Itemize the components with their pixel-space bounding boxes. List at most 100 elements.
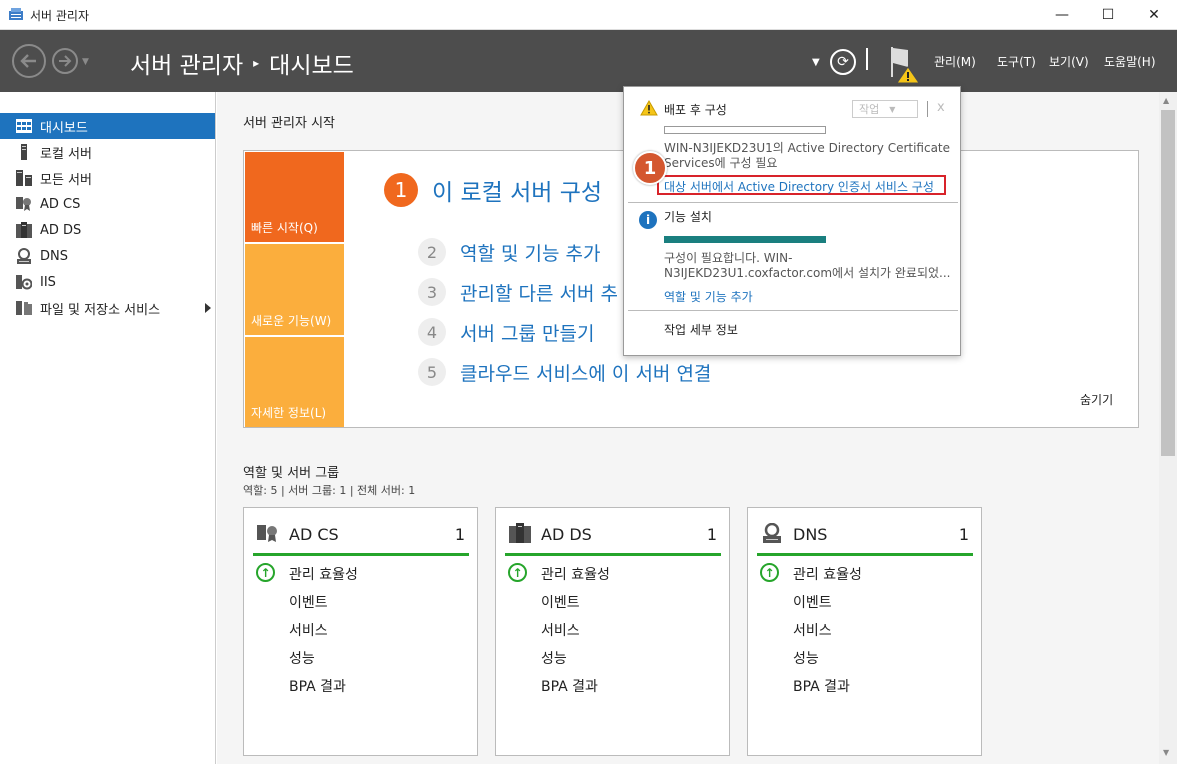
sidebar-item-local-server[interactable]: 로컬 서버	[0, 139, 215, 165]
step-link[interactable]: 역할 및 기능 추가	[460, 239, 600, 266]
add-roles-link[interactable]: 역할 및 기능 추가	[664, 288, 753, 305]
step-add-servers[interactable]: 3 관리할 다른 서버 추	[418, 278, 618, 306]
menu-view[interactable]: 보기(V)	[1049, 53, 1089, 70]
dns-icon	[16, 248, 32, 264]
breadcrumb-root[interactable]: 서버 관리자	[130, 46, 243, 80]
close-button[interactable]: ✕	[1131, 0, 1177, 30]
dns-icon	[763, 523, 781, 543]
header-dropdown-icon[interactable]: ▼	[812, 57, 820, 68]
sidebar-item-label: 대시보드	[40, 120, 88, 136]
sidebar-item-all-servers[interactable]: 모든 서버	[0, 165, 215, 191]
card-row-manageability[interactable]: 관리 효율성	[793, 564, 862, 584]
post-deploy-message-line1: WIN-N3IJEKD23U1의 Active Directory Certif…	[664, 141, 951, 155]
card-row-bpa[interactable]: BPA 결과	[541, 676, 598, 696]
card-row-bpa[interactable]: BPA 결과	[793, 676, 850, 696]
tile-learn-more[interactable]: 자세한 정보(L)	[245, 337, 344, 427]
refresh-icon[interactable]: ⟳	[830, 49, 856, 75]
tile-quick-start[interactable]: 빠른 시작(Q)	[245, 152, 344, 242]
notifications-popup: 배포 후 구성 작업 ▼ x WIN-N3IJEKD23U1의 Active D…	[623, 86, 961, 356]
task-dropdown-label: 작업	[859, 103, 880, 116]
back-button[interactable]	[12, 44, 46, 78]
menu-tools[interactable]: 도구(T)	[997, 53, 1036, 70]
directory-icon	[16, 222, 32, 238]
tile-label: 자세한 정보(L)	[251, 406, 327, 420]
close-icon[interactable]: x	[937, 100, 945, 115]
scroll-up-icon[interactable]: ▲	[1163, 96, 1169, 105]
sidebar-item-label: 파일 및 저장소 서비스	[40, 302, 161, 318]
breadcrumb-current: 대시보드	[269, 53, 354, 79]
sidebar-item-label: IIS	[40, 274, 56, 290]
popup-divider	[628, 202, 958, 203]
card-header[interactable]: AD DS 1	[505, 522, 721, 556]
popup-divider-vertical	[927, 101, 928, 117]
role-card-ad-ds: AD DS 1 ↑ 관리 효율성 이벤트 서비스 성능 BPA 결과	[495, 507, 730, 756]
scroll-down-icon[interactable]: ▼	[1163, 748, 1169, 757]
card-row-events[interactable]: 이벤트	[541, 592, 580, 612]
expand-arrow-icon[interactable]	[205, 303, 211, 313]
history-dropdown-icon[interactable]: ▼	[82, 57, 89, 67]
card-header[interactable]: AD CS 1	[253, 522, 469, 556]
warning-icon	[640, 100, 658, 116]
step-link[interactable]: 이 로컬 서버 구성	[432, 173, 602, 207]
step-add-roles[interactable]: 2 역할 및 기능 추가	[418, 238, 600, 266]
sidebar-item-label: 모든 서버	[40, 172, 92, 188]
status-ok-icon: ↑	[508, 563, 527, 582]
header-bar: ▼ 서버 관리자 ▸ 대시보드 ▼ ⟳ 관리(M) 도구(T) 보기(V) 도움…	[0, 30, 1177, 92]
card-row-services[interactable]: 서비스	[289, 620, 328, 640]
sidebar-item-ad-ds[interactable]: AD DS	[0, 217, 215, 243]
step-configure-local-server[interactable]: 1 이 로컬 서버 구성	[384, 173, 602, 207]
minimize-button[interactable]: —	[1039, 0, 1085, 30]
card-row-manageability[interactable]: 관리 효율성	[541, 564, 610, 584]
card-count: 1	[706, 525, 717, 544]
card-row-services[interactable]: 서비스	[793, 620, 832, 640]
card-row-manageability[interactable]: 관리 효율성	[289, 564, 358, 584]
sidebar-item-dashboard[interactable]: 대시보드	[0, 113, 215, 139]
step-number: 1	[384, 173, 418, 207]
card-row-events[interactable]: 이벤트	[793, 592, 832, 612]
sidebar-item-label: AD DS	[40, 222, 82, 238]
iis-icon	[16, 274, 32, 290]
maximize-button[interactable]: ☐	[1085, 0, 1131, 30]
task-dropdown[interactable]: 작업 ▼	[852, 100, 918, 118]
configure-adcs-link[interactable]: 대상 서버에서 Active Directory 인증서 서비스 구성	[664, 178, 934, 195]
card-row-events[interactable]: 이벤트	[289, 592, 328, 612]
info-icon: i	[639, 211, 657, 229]
feature-install-title: 기능 설치	[664, 210, 712, 224]
sidebar-item-label: 로컬 서버	[40, 146, 92, 162]
card-row-services[interactable]: 서비스	[541, 620, 580, 640]
arrow-left-icon	[20, 54, 36, 68]
notification-flag-icon[interactable]	[888, 45, 922, 85]
card-count: 1	[958, 525, 969, 544]
tile-whats-new[interactable]: 새로운 기능(W)	[245, 244, 344, 335]
sidebar-item-label: AD CS	[40, 196, 81, 212]
menu-manage[interactable]: 관리(M)	[934, 53, 976, 70]
feature-install-progress	[664, 236, 826, 243]
scroll-thumb[interactable]	[1161, 110, 1175, 456]
forward-button[interactable]	[52, 48, 78, 74]
card-header[interactable]: DNS 1	[757, 522, 973, 556]
window-title: 서버 관리자	[30, 9, 90, 23]
roles-title: 역할 및 서버 그룹	[243, 466, 340, 481]
task-details-link[interactable]: 작업 세부 정보	[664, 323, 738, 338]
step-link[interactable]: 서버 그룹 만들기	[460, 319, 594, 346]
card-row-performance[interactable]: 성능	[541, 648, 567, 668]
arrow-right-icon	[59, 55, 72, 67]
sidebar-item-dns[interactable]: DNS	[0, 243, 215, 269]
card-row-performance[interactable]: 성능	[289, 648, 315, 668]
step-number: 4	[418, 318, 446, 346]
tile-label: 빠른 시작(Q)	[251, 221, 318, 235]
card-row-bpa[interactable]: BPA 결과	[289, 676, 346, 696]
menu-help[interactable]: 도움말(H)	[1104, 53, 1156, 70]
post-deploy-message-line2: Services에 구성 필요	[664, 156, 778, 170]
role-card-dns: DNS 1 ↑ 관리 효율성 이벤트 서비스 성능 BPA 결과	[747, 507, 982, 756]
step-connect-cloud[interactable]: 5 클라우드 서비스에 이 서버 연결	[418, 358, 711, 386]
sidebar-item-file-storage[interactable]: 파일 및 저장소 서비스	[0, 295, 215, 321]
vertical-scrollbar[interactable]: ▲ ▼	[1159, 92, 1177, 764]
sidebar-item-ad-cs[interactable]: AD CS	[0, 191, 215, 217]
step-link[interactable]: 관리할 다른 서버 추	[460, 279, 618, 306]
card-row-performance[interactable]: 성능	[793, 648, 819, 668]
sidebar-item-iis[interactable]: IIS	[0, 269, 215, 295]
step-link[interactable]: 클라우드 서비스에 이 서버 연결	[460, 359, 711, 386]
hide-link[interactable]: 숨기기	[1080, 391, 1113, 408]
step-create-group[interactable]: 4 서버 그룹 만들기	[418, 318, 594, 346]
